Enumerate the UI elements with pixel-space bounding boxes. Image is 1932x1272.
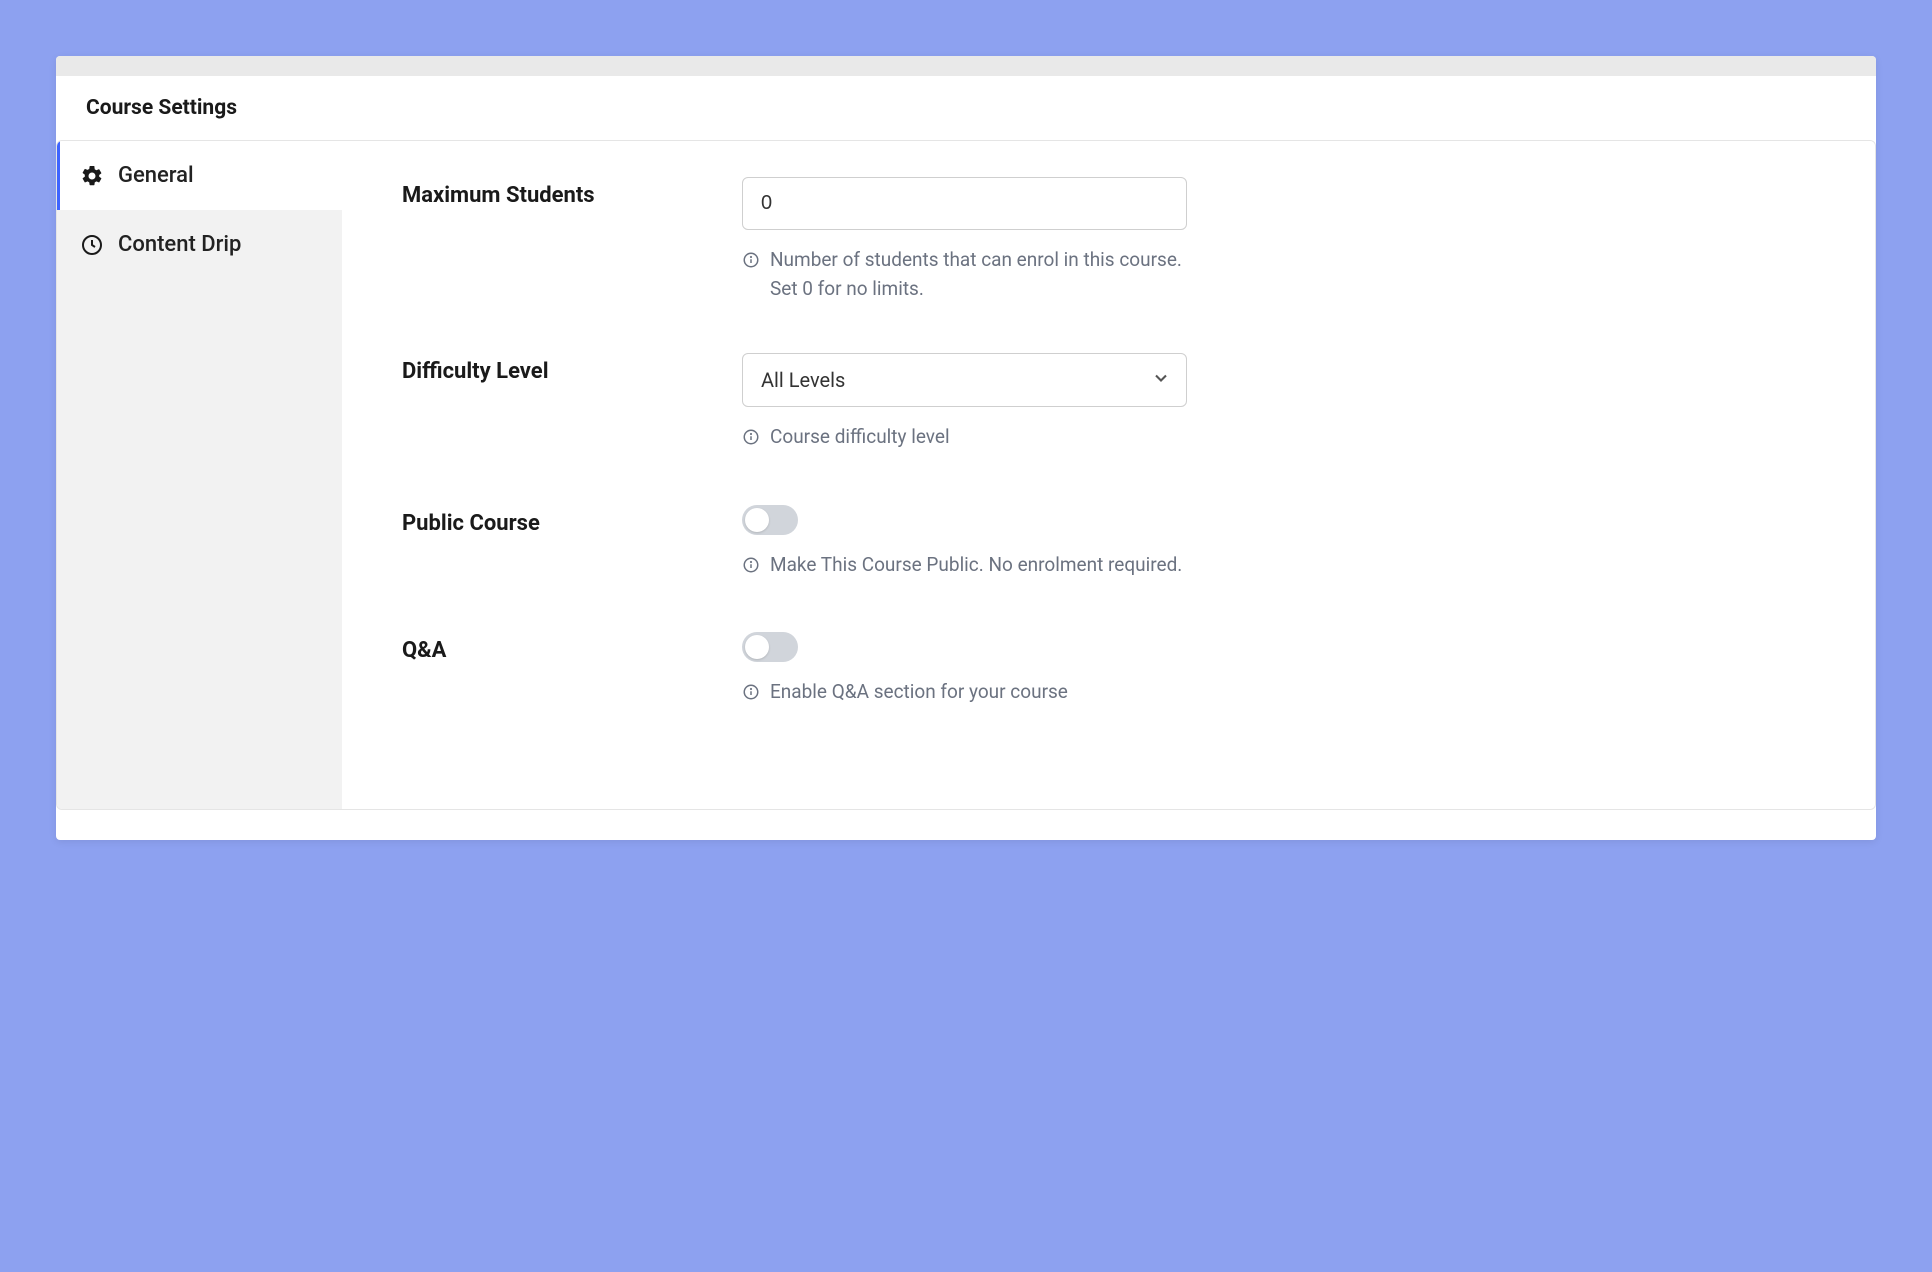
panel-body: Course Settings General Content Drip: [56, 76, 1876, 810]
control-qa: Enable Q&A section for your course: [742, 632, 1187, 710]
max-students-input[interactable]: [742, 177, 1187, 230]
tab-general[interactable]: General: [57, 141, 342, 210]
hint-qa: Enable Q&A section for your course: [742, 678, 1187, 710]
hint-text: Course difficulty level: [770, 423, 950, 452]
page-title: Course Settings: [56, 96, 1876, 140]
toggle-knob: [745, 508, 769, 532]
row-qa: Q&A Enable Q&A section for your course: [402, 632, 1825, 710]
info-icon: [742, 681, 760, 710]
tab-content-drip-label: Content Drip: [118, 232, 241, 257]
gear-icon: [80, 164, 104, 188]
info-icon: [742, 249, 760, 278]
qa-toggle[interactable]: [742, 632, 798, 662]
control-public-course: Make This Course Public. No enrolment re…: [742, 505, 1187, 583]
hint-max-students: Number of students that can enrol in thi…: [742, 246, 1187, 303]
row-public-course: Public Course Make This Course Public. N…: [402, 505, 1825, 583]
row-difficulty: Difficulty Level All Levels: [402, 353, 1825, 455]
tab-content-drip[interactable]: Content Drip: [57, 210, 342, 279]
hint-public-course: Make This Course Public. No enrolment re…: [742, 551, 1187, 583]
hint-text: Number of students that can enrol in thi…: [770, 246, 1187, 303]
hint-text: Enable Q&A section for your course: [770, 678, 1068, 707]
control-difficulty: All Levels Course difficulty level: [742, 353, 1187, 455]
row-max-students: Maximum Students Number of students that…: [402, 177, 1825, 303]
panel-topbar: [56, 56, 1876, 76]
difficulty-select[interactable]: All Levels: [742, 353, 1187, 407]
label-public-course: Public Course: [402, 505, 742, 536]
settings-content: Maximum Students Number of students that…: [342, 141, 1875, 809]
control-max-students: Number of students that can enrol in thi…: [742, 177, 1187, 303]
public-course-toggle[interactable]: [742, 505, 798, 535]
label-max-students: Maximum Students: [402, 177, 742, 208]
course-settings-panel: Course Settings General Content Drip: [56, 56, 1876, 840]
difficulty-select-wrap: All Levels: [742, 353, 1187, 407]
label-qa: Q&A: [402, 632, 742, 663]
settings-box: General Content Drip Maximum Students: [56, 140, 1876, 810]
info-icon: [742, 554, 760, 583]
hint-text: Make This Course Public. No enrolment re…: [770, 551, 1182, 580]
tab-general-label: General: [118, 163, 194, 188]
hint-difficulty: Course difficulty level: [742, 423, 1187, 455]
label-difficulty: Difficulty Level: [402, 353, 742, 384]
toggle-knob: [745, 635, 769, 659]
tabs-sidebar: General Content Drip: [57, 141, 342, 809]
info-icon: [742, 426, 760, 455]
clock-icon: [80, 233, 104, 257]
